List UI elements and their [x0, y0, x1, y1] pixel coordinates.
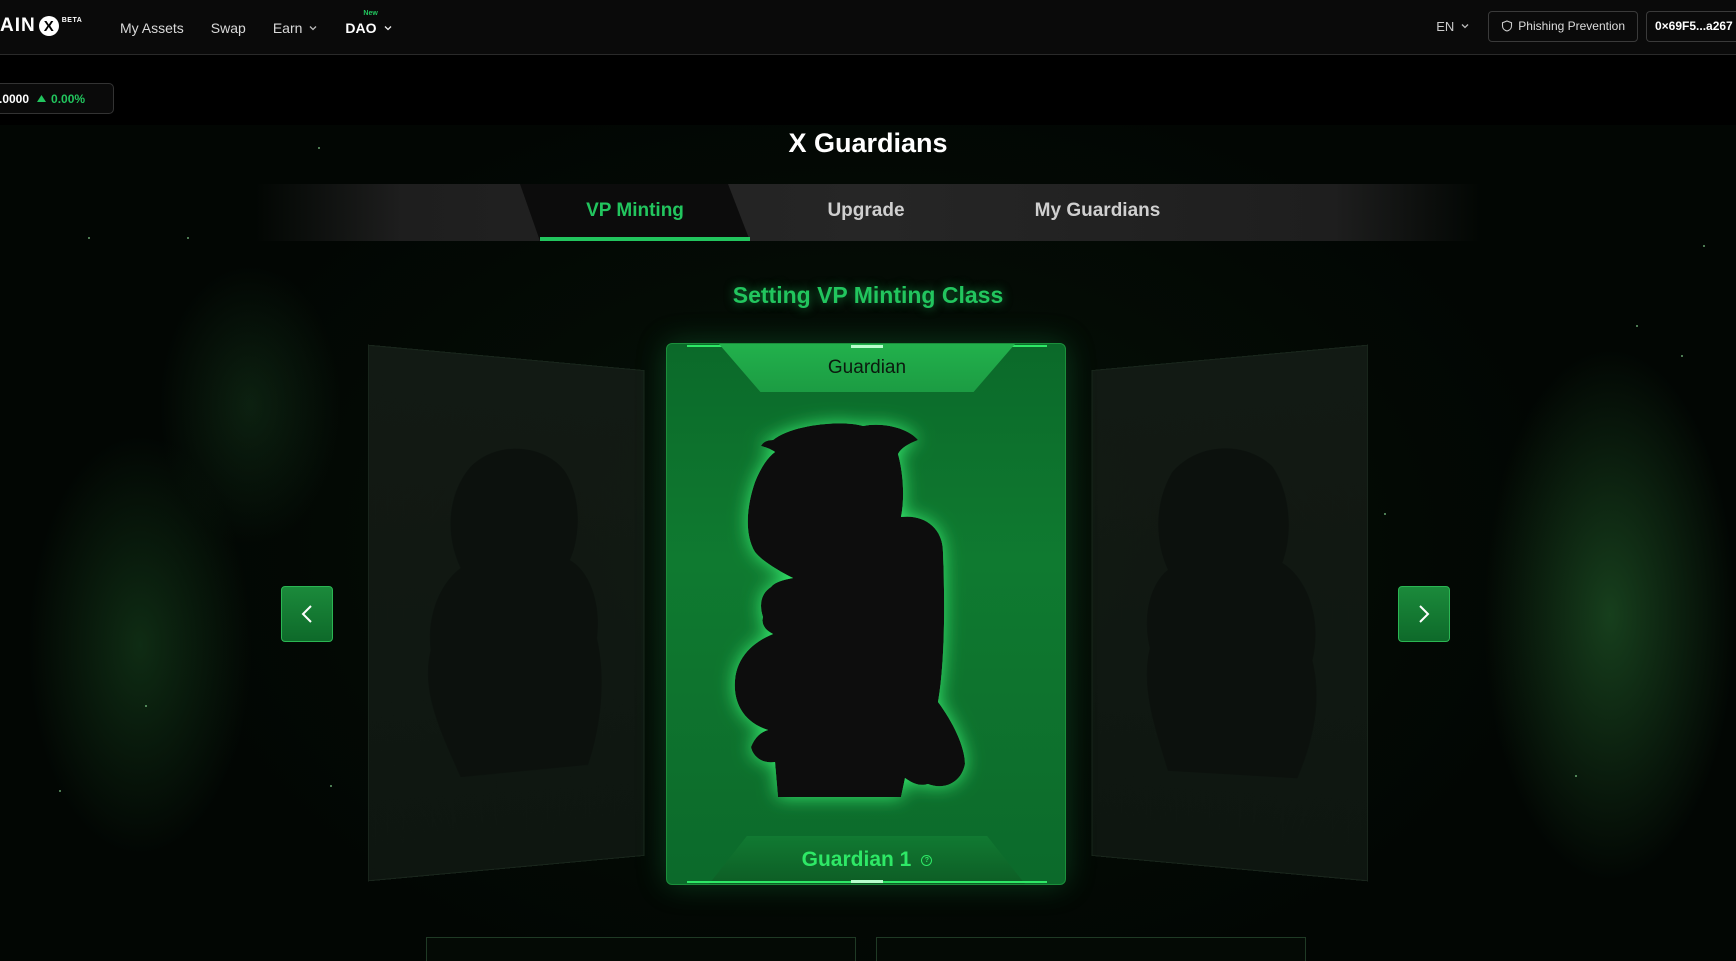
star	[145, 705, 147, 707]
guardian-card-selected[interactable]: Guardian Guardian 1 ?	[666, 343, 1066, 885]
star	[187, 237, 189, 239]
star	[1681, 355, 1683, 357]
nav-dao[interactable]: New DAO	[345, 10, 392, 36]
carousel-next-button[interactable]	[1398, 586, 1450, 642]
ticker-price: .0000	[0, 91, 30, 106]
carousel-prev-button[interactable]	[281, 586, 333, 642]
tab-vp-minting[interactable]: VP Minting	[540, 196, 730, 226]
chevron-down-icon	[309, 25, 317, 30]
logo-mark: X	[38, 16, 59, 36]
nav-swap[interactable]: Swap	[211, 20, 246, 36]
chevron-right-icon	[1419, 605, 1430, 623]
card-notch	[851, 880, 883, 883]
guardian-name: Guardian 1	[801, 848, 912, 871]
nav-my-assets-label: My Assets	[120, 19, 184, 36]
guardian-silhouette-image	[734, 423, 965, 797]
card-class-label: Guardian	[719, 344, 1015, 392]
phishing-prevention-label: Phishing Prevention	[1518, 19, 1625, 33]
beta-badge: BETA	[61, 16, 83, 24]
info-panel-left	[426, 937, 856, 961]
wallet-address: 0×69F5...a267	[1655, 19, 1733, 33]
logo-text: AIN	[0, 15, 36, 36]
shield-icon	[1502, 20, 1513, 32]
chevron-left-icon	[301, 605, 312, 623]
top-navigation-bar: AIN X BETA My Assets Swap Earn New DAO E…	[0, 0, 1736, 55]
nav-earn-label: Earn	[272, 19, 303, 36]
phishing-prevention-button[interactable]: Phishing Prevention	[1488, 10, 1638, 42]
language-selector[interactable]: EN	[1436, 19, 1470, 34]
info-panel-right	[876, 937, 1306, 961]
question-icon[interactable]: ?	[921, 854, 933, 866]
tab-upgrade[interactable]: Upgrade	[775, 196, 957, 226]
nav-dao-label: DAO	[345, 19, 377, 36]
main-nav: My Assets Swap Earn New DAO	[120, 0, 420, 55]
star	[59, 790, 61, 792]
nav-earn[interactable]: Earn	[273, 20, 319, 36]
header-tools: EN Phishing Prevention 0×69F5...a267	[1436, 10, 1736, 42]
star	[1636, 325, 1638, 327]
nav-my-assets[interactable]: My Assets	[120, 20, 184, 36]
page-title: X Guardians	[788, 128, 948, 158]
star	[88, 237, 90, 239]
nav-swap-label: Swap	[210, 19, 246, 36]
star	[1384, 513, 1386, 515]
ticker-change: 0.00%	[37, 92, 85, 106]
brand-logo[interactable]: AIN X BETA	[0, 14, 82, 38]
price-ticker: .0000 0.00%	[0, 83, 114, 114]
active-tab-indicator	[540, 237, 750, 241]
new-badge: New	[363, 9, 378, 17]
language-label: EN	[1436, 18, 1455, 34]
carousel-card-next[interactable]	[1091, 344, 1369, 882]
wallet-address-button[interactable]: 0×69F5...a267	[1646, 10, 1736, 42]
guardian-silhouette-image	[428, 443, 602, 779]
chevron-down-icon	[1461, 24, 1469, 29]
guardian-silhouette-image	[1146, 442, 1317, 780]
star	[330, 785, 332, 787]
card-notch	[851, 345, 883, 348]
star	[1703, 245, 1705, 247]
card-name-label: Guardian 1 ?	[709, 836, 1025, 884]
section-title: Setting VP Minting Class	[732, 282, 1004, 308]
chevron-down-icon	[384, 25, 391, 30]
ticker-change-value: 0.00%	[51, 91, 86, 106]
tab-my-guardians[interactable]: My Guardians	[1000, 196, 1195, 226]
triangle-up-icon	[37, 95, 47, 102]
star	[1575, 775, 1577, 777]
carousel-card-previous[interactable]	[367, 344, 645, 882]
